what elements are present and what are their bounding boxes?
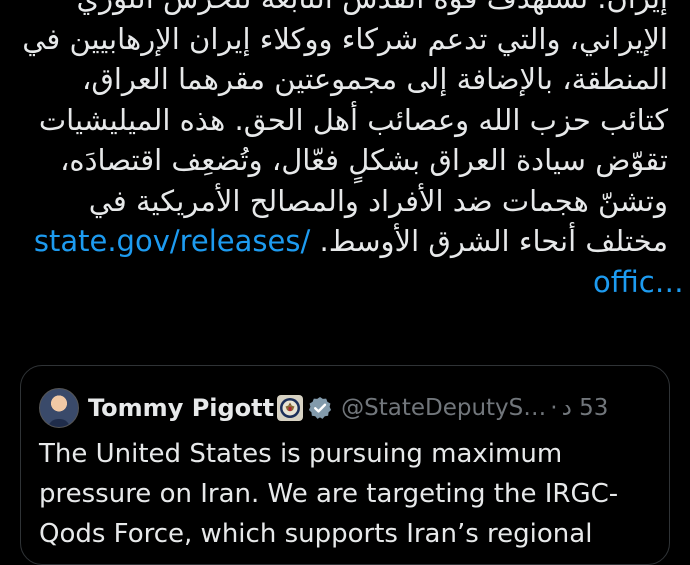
tweet-text-line: إيران. تستهدف قوة القدس التابعة للحرس ال…	[20, 0, 668, 19]
quoted-tweet-text: The United States is pursuing maximum pr…	[39, 434, 653, 554]
quoted-handle[interactable]: @StateDeputyS…	[341, 395, 546, 421]
tweet-text-line: وتشنّ هجمات ضد الأفراد والمصالح الأمريكي…	[88, 183, 668, 218]
tweet-text-segment: مختلف أنحاء الشرق الأوسط.	[319, 224, 668, 258]
quoted-text-line: The United States is pursuing maximum	[39, 439, 563, 469]
quoted-tweet-card[interactable]: Tommy Pigott @StateDeputyS… · 53 د The U…	[20, 365, 670, 565]
tweet-text-line: كتائب حزب الله وعصائب أهل الحق. هذه المي…	[38, 102, 668, 137]
quoted-timestamp[interactable]: 53 د	[562, 395, 609, 421]
avatar[interactable]	[39, 388, 79, 428]
tweet-text-line-last: مختلف أنحاء الشرق الأوسط. state.gov/rele…	[20, 221, 668, 262]
quoted-text-line: Qods Force, which supports Iran’s region…	[39, 519, 593, 549]
gray-verified-badge-icon	[309, 396, 332, 419]
article-link-continuation[interactable]: offic…	[20, 262, 684, 303]
separator-dot: ·	[550, 395, 558, 421]
quoted-text-line: pressure on Iran. We are targeting the I…	[39, 479, 619, 509]
tweet-body-text: إيران. تستهدف قوة القدس التابعة للحرس ال…	[20, 0, 684, 303]
tweet-text-line: المنطقة، بالإضافة إلى مجموعتين مقرهما ال…	[81, 62, 668, 96]
quoted-display-name[interactable]: Tommy Pigott	[88, 394, 274, 422]
us-state-department-seal-icon	[277, 395, 304, 421]
tweet-text-line: تقوّض سيادة العراق بشكلٍ فعّال، وتُضعِف …	[60, 143, 668, 177]
article-link[interactable]: state.gov/releases/	[34, 224, 310, 258]
quoted-tweet-header: Tommy Pigott @StateDeputyS… · 53 د	[39, 388, 653, 428]
tweet-text-line: الإيراني، والتي تدعم شركاء ووكلاء إيران …	[22, 21, 668, 56]
